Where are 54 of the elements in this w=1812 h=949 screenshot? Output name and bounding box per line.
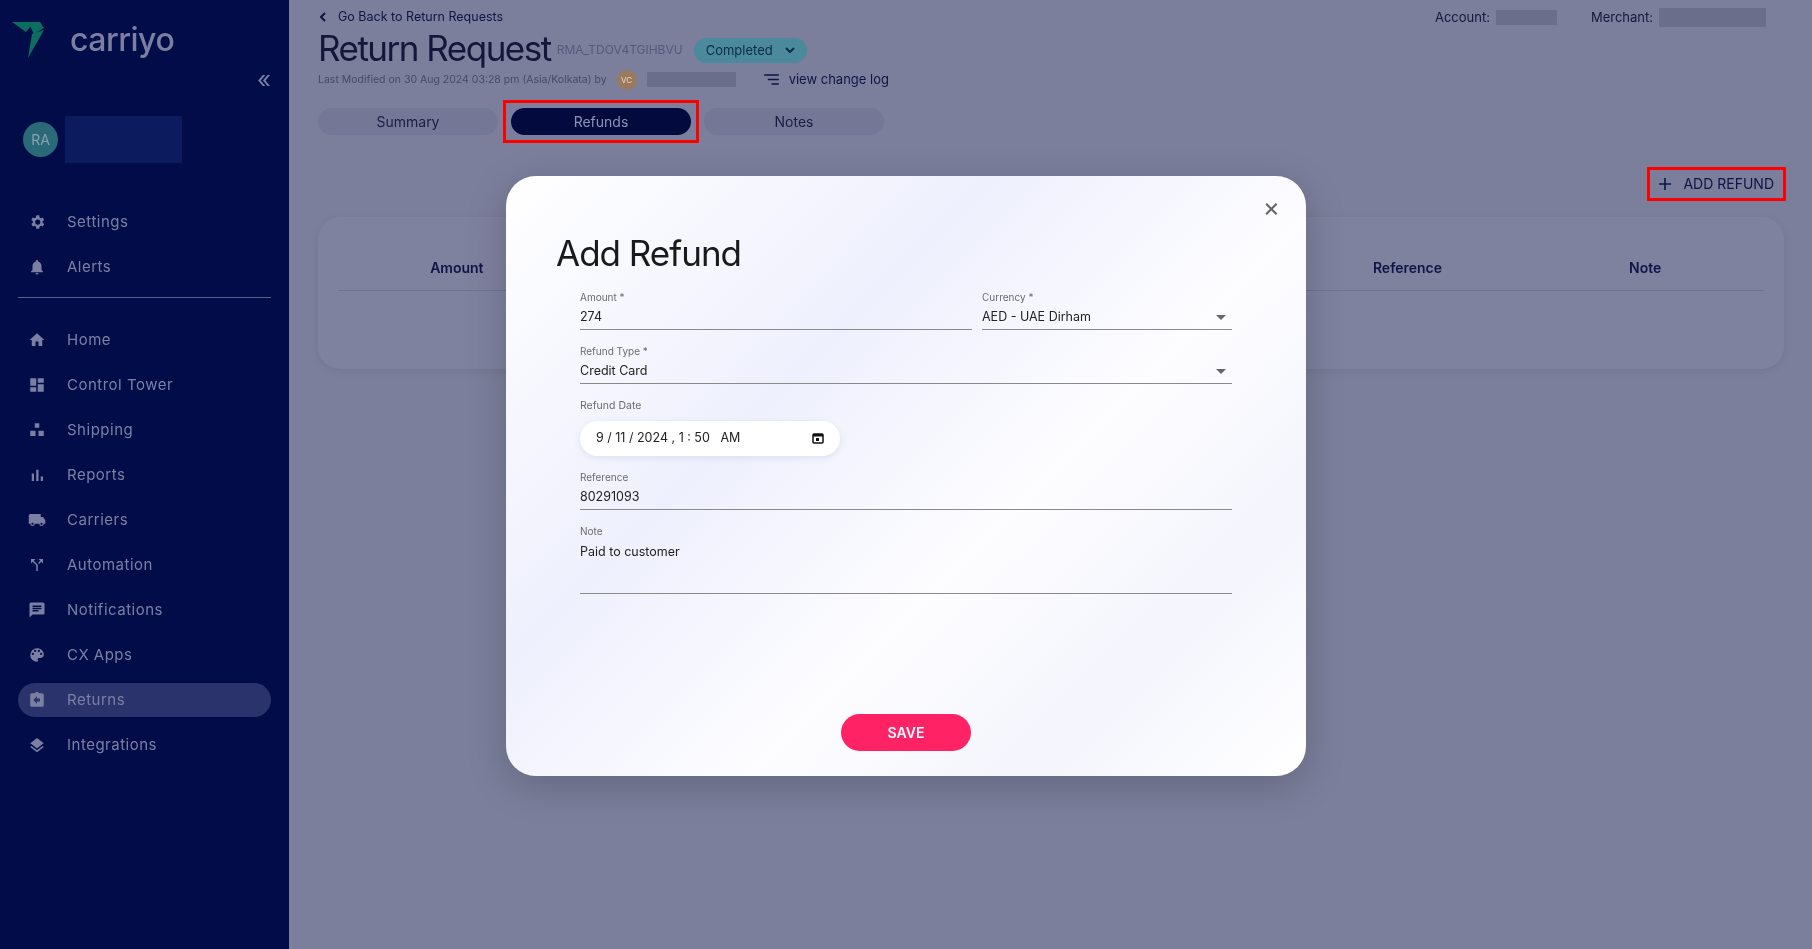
tab[interactable]: Summary <box>318 107 498 135</box>
date-time-field[interactable]: 9 / 11 / 2024 , 1 : 50 AM <box>580 420 840 456</box>
sidebar-item[interactable]: Notifications <box>18 593 271 627</box>
home-icon <box>28 331 46 349</box>
status-dropdown[interactable]: Completed <box>693 37 807 63</box>
column-header: Amount <box>429 257 485 278</box>
input-field[interactable]: Reference 80291093 <box>580 469 1232 510</box>
page-title: Return Request <box>318 27 551 68</box>
sidebar-item[interactable]: Reports <box>18 458 271 492</box>
tab[interactable]: Notes <box>704 107 884 135</box>
select-field[interactable]: Currency * AED - UAE Dirham <box>982 290 1232 330</box>
sidebar-item[interactable]: Alerts <box>18 250 271 284</box>
sidebar-item[interactable]: CX Apps <box>18 638 271 672</box>
dashboard-icon <box>28 376 46 394</box>
chat-icon <box>28 601 46 619</box>
back-link[interactable]: Go Back to Return Requests <box>318 8 889 27</box>
dropdown-caret-icon <box>1216 314 1226 320</box>
column-header: Reference <box>1371 257 1444 278</box>
sidebar-item[interactable]: Shipping <box>18 413 271 447</box>
add-refund-button[interactable]: ADD REFUND <box>1647 166 1786 201</box>
sidebar-item[interactable]: Settings <box>18 205 271 239</box>
input-field[interactable]: Amount * 274 <box>580 290 972 330</box>
calendar-icon <box>812 432 824 445</box>
chevron-down-icon <box>784 47 795 54</box>
bell-icon <box>28 258 46 276</box>
list-icon <box>763 74 779 86</box>
field-label: Refund Date <box>580 398 643 414</box>
merchant-label: Merchant: <box>1590 8 1653 27</box>
clipboard-icon <box>28 691 46 709</box>
tab[interactable]: Refunds <box>511 107 691 135</box>
sidebar-item[interactable]: Control Tower <box>18 368 271 402</box>
sidebar-item[interactable]: Home <box>18 323 271 357</box>
logo-wordmark: carriyo <box>70 24 175 56</box>
sidebar-item[interactable]: Returns <box>18 683 271 717</box>
sidebar-item[interactable]: Carriers <box>18 503 271 537</box>
sidebar-item[interactable]: Automation <box>18 548 271 582</box>
user-avatar: VC <box>616 69 637 90</box>
truck-icon <box>28 511 46 529</box>
account-label: Account: <box>1434 8 1490 27</box>
textarea-field[interactable]: Note Paid to customer <box>580 523 1232 594</box>
plus-icon <box>1659 177 1672 190</box>
layers-icon <box>28 736 46 754</box>
palette-icon <box>28 646 46 664</box>
close-button[interactable]: × <box>1262 194 1280 220</box>
chevron-left-icon <box>320 12 326 23</box>
dialog-title: Add Refund <box>556 232 743 274</box>
column-header: Note <box>1628 257 1663 278</box>
collapse-sidebar-button[interactable]: « <box>257 68 271 92</box>
change-log-link[interactable]: view change log <box>763 70 889 90</box>
boxes-icon <box>28 421 46 439</box>
select-field[interactable]: Refund Type * Credit Card <box>580 344 1232 384</box>
split-arrows-icon <box>28 556 46 574</box>
save-button[interactable]: SAVE <box>841 713 971 751</box>
sidebar-item[interactable]: Integrations <box>18 728 271 762</box>
